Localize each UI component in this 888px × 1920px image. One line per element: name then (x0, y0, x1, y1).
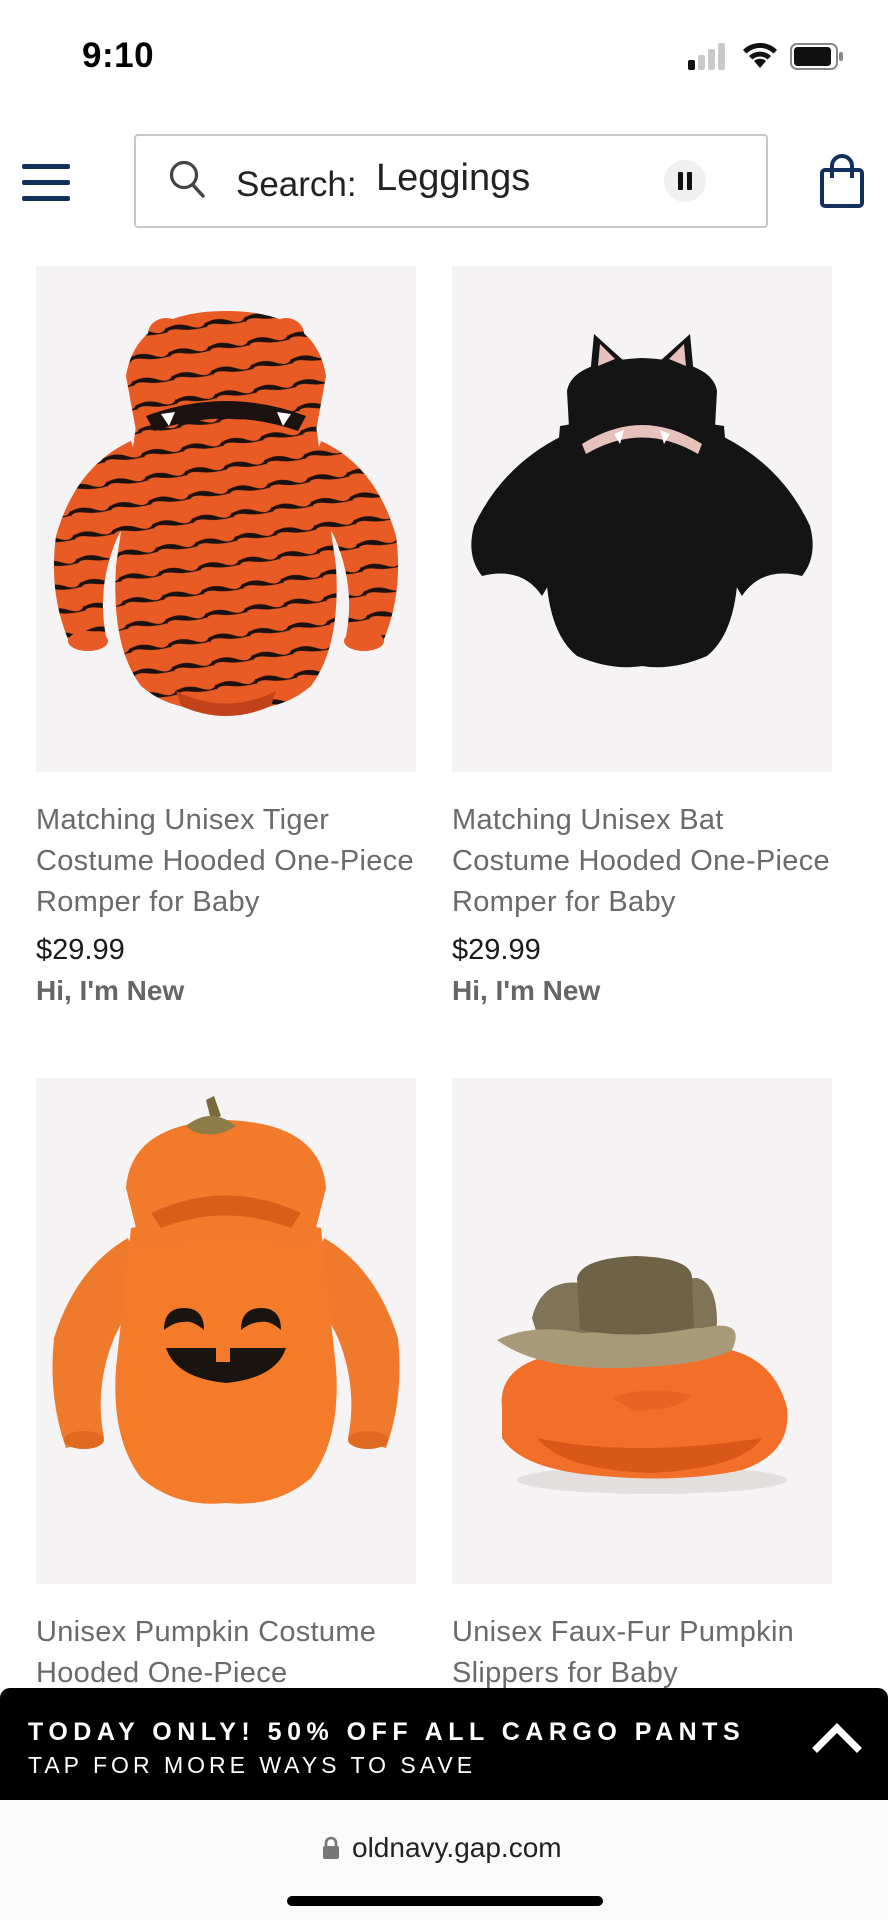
promo-banner[interactable]: TODAY ONLY! 50% OFF ALL CARGO PANTS TAP … (0, 1688, 888, 1800)
product-badge: Hi, I'm New (36, 975, 185, 1006)
product-title[interactable]: Matching Unisex Bat Costume Hooded One-P… (452, 800, 842, 923)
pause-placeholder-animation-button[interactable] (664, 160, 706, 202)
promo-title: TODAY ONLY! 50% OFF ALL CARGO PANTS (28, 1718, 746, 1746)
browser-url-bar[interactable]: oldnavy.gap.com (0, 1800, 888, 1920)
site-header: Search: Leggings (0, 110, 888, 260)
promo-subtitle: TAP FOR MORE WAYS TO SAVE (28, 1752, 477, 1778)
chevron-up-icon[interactable] (812, 1720, 862, 1754)
search-prefix-label: Search: (236, 165, 357, 204)
product-image-bat-romper[interactable] (452, 266, 832, 772)
cellular-signal-icon (688, 42, 728, 70)
product-title[interactable]: Unisex Faux-Fur Pumpkin Slippers for Bab… (452, 1612, 842, 1694)
product-price: $29.99 (36, 934, 125, 966)
search-icon (169, 160, 205, 198)
home-indicator[interactable] (287, 1896, 603, 1906)
hamburger-menu-icon[interactable] (22, 162, 72, 202)
battery-icon (790, 43, 843, 70)
wifi-icon (743, 42, 777, 68)
search-input[interactable]: Search: Leggings (134, 134, 768, 228)
search-query-text: Leggings (376, 157, 531, 199)
url-text[interactable]: oldnavy.gap.com (352, 1832, 562, 1864)
lock-icon (323, 1836, 339, 1859)
product-image-pumpkin-romper[interactable] (36, 1078, 416, 1584)
product-image-pumpkin-slippers[interactable] (452, 1078, 832, 1584)
product-title[interactable]: Matching Unisex Tiger Costume Hooded One… (36, 800, 426, 923)
product-title[interactable]: Unisex Pumpkin Costume Hooded One-Piece (36, 1612, 426, 1694)
status-bar: 9:10 (0, 0, 888, 110)
shopping-bag-icon[interactable] (818, 154, 866, 210)
product-price: $29.99 (452, 934, 541, 966)
product-badge: Hi, I'm New (452, 975, 601, 1006)
product-image-tiger-romper[interactable] (36, 266, 416, 772)
status-time: 9:10 (82, 36, 155, 75)
